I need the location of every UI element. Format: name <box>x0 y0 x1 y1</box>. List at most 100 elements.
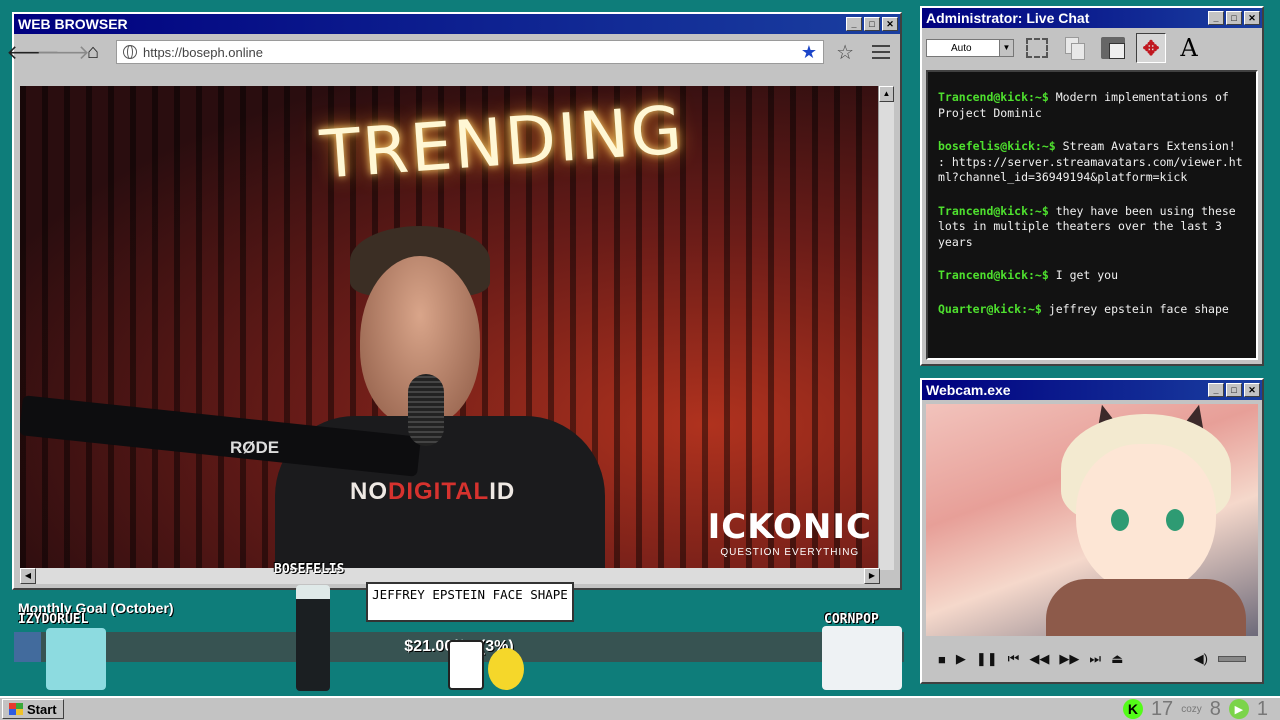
video-viewport[interactable]: TRENDING NODIGITALID RØDE ICKONIC QUESTI… <box>20 86 880 570</box>
paste-icon <box>1101 37 1125 59</box>
play-count: 1 <box>1256 697 1268 720</box>
move-icon: ✥ <box>1142 37 1160 60</box>
avatar-name-izydoruel: IZYDORUEL <box>18 612 89 627</box>
chat-message: Trancend@kick:~$ I get you <box>938 268 1246 284</box>
volume-slider[interactable] <box>1218 656 1246 662</box>
maximize-button[interactable]: □ <box>864 17 880 31</box>
avatar-sprite-bosefelis <box>296 585 330 691</box>
taskbar: Start K 17 cozy 8 ▶ 1 <box>0 696 1280 720</box>
chat-message: Quarter@kick:~$ jeffrey epstein face sha… <box>938 302 1246 318</box>
chat-title: Administrator: Live Chat <box>926 10 1090 26</box>
move-tool[interactable]: ✥ <box>1136 33 1166 63</box>
avatar-eye-right <box>1166 509 1184 531</box>
scroll-left-arrow-icon[interactable]: ◀ <box>20 568 36 584</box>
chat-log[interactable]: Trancend@kick:~$ Modern implementations … <box>926 70 1258 360</box>
skip-forward-icon[interactable]: ⏭ <box>1089 651 1101 667</box>
address-bar[interactable]: https://boseph.online ★ <box>116 40 825 64</box>
select-icon <box>1026 38 1048 58</box>
avatar-sprite-cornpop <box>822 626 902 690</box>
cozy-label: cozy <box>1181 703 1202 715</box>
channel-watermark: ICKONIC QUESTION EVERYTHING <box>708 507 872 558</box>
start-button[interactable]: Start <box>2 699 64 719</box>
webcam-close-button[interactable]: ✕ <box>1244 383 1260 397</box>
copy-tool[interactable] <box>1060 33 1090 63</box>
chat-minimize-button[interactable]: _ <box>1208 11 1224 25</box>
size-dropdown[interactable]: Auto ▼ <box>926 39 1014 57</box>
webcam-maximize-button[interactable]: □ <box>1226 383 1242 397</box>
font-icon: A <box>1180 34 1198 62</box>
webcam-title: Webcam.exe <box>926 382 1011 398</box>
volume-icon[interactable]: ◀) <box>1194 651 1208 667</box>
cozy-count: 8 <box>1209 697 1221 720</box>
browser-title: WEB BROWSER <box>18 16 128 32</box>
scroll-right-arrow-icon[interactable]: ▶ <box>864 568 880 584</box>
avatar-sprite-izydoruel <box>46 628 106 690</box>
play-circle-icon[interactable]: ▶ <box>1228 699 1249 719</box>
avatar-name-bosefelis: BOSEFELIS <box>274 562 345 577</box>
shirt-text-id: ID <box>489 478 516 505</box>
microphone <box>408 374 444 446</box>
mic-arm <box>20 395 421 477</box>
home-icon[interactable]: ⌂ <box>80 39 106 65</box>
webcam-titlebar[interactable]: Webcam.exe _ □ ✕ <box>922 380 1262 400</box>
watermark-tagline: QUESTION EVERYTHING <box>720 547 860 558</box>
chat-titlebar[interactable]: Administrator: Live Chat _ □ ✕ <box>922 8 1262 28</box>
favorites-star-icon[interactable]: ☆ <box>836 40 854 65</box>
neon-sign: TRENDING <box>317 91 687 194</box>
copy-icon <box>1065 37 1085 60</box>
kick-icon[interactable]: K <box>1122 699 1143 719</box>
system-tray: K 17 cozy 8 ▶ 1 <box>1122 697 1280 720</box>
chevron-down-icon[interactable]: ▼ <box>999 40 1013 56</box>
chat-close-button[interactable]: ✕ <box>1244 11 1260 25</box>
skip-back-icon[interactable]: ⏮ <box>1008 651 1020 667</box>
chat-text: jeffrey epstein face shape <box>1048 301 1229 316</box>
shirt-text-no: NO <box>350 478 388 505</box>
close-button[interactable]: ✕ <box>882 17 898 31</box>
chat-username: Quarter@kick:~$ <box>938 301 1042 316</box>
avatar-name-cornpop: CORNPOP <box>824 612 879 627</box>
browser-titlebar[interactable]: WEB BROWSER _ □ ✕ <box>14 14 900 34</box>
play-icon[interactable]: ▶ <box>956 651 966 667</box>
chat-username: bosefelis@kick:~$ <box>938 139 1056 153</box>
font-tool[interactable]: A <box>1174 33 1204 63</box>
chat-text: I get you <box>1055 268 1119 282</box>
bookmark-filled-star-icon[interactable]: ★ <box>801 42 817 63</box>
select-tool[interactable] <box>1022 33 1052 63</box>
shirt-text-digital: DIGITAL <box>388 478 490 505</box>
chat-message: bosefelis@kick:~$ Stream Avatars Extensi… <box>938 139 1246 186</box>
chat-username: Trancend@kick:~$ <box>938 90 1049 104</box>
vertical-scrollbar[interactable]: ▲ <box>878 86 894 570</box>
avatar-body <box>1046 579 1246 636</box>
stop-icon[interactable]: ■ <box>938 652 946 667</box>
scroll-up-arrow-icon[interactable]: ▲ <box>879 86 894 102</box>
avatar-sprite-pikachu <box>488 648 524 690</box>
webcam-feed <box>926 404 1258 636</box>
chat-username: Trancend@kick:~$ <box>938 268 1049 282</box>
fast-forward-icon[interactable]: ▶▶ <box>1059 651 1079 667</box>
webcam-minimize-button[interactable]: _ <box>1208 383 1224 397</box>
dropdown-value: Auto <box>951 42 972 54</box>
browser-navbar: 🡐 🡒 ⌂ https://boseph.online ★ ☆ <box>6 34 900 70</box>
avatar-sprite-skeleton <box>448 640 484 690</box>
chat-username: Trancend@kick:~$ <box>938 203 1049 218</box>
chat-maximize-button[interactable]: □ <box>1226 11 1242 25</box>
chat-toolbar: Auto ▼ ✥ A <box>922 28 1262 68</box>
eject-icon[interactable]: ⏏ <box>1111 651 1123 667</box>
forward-arrow-icon[interactable]: 🡒 <box>36 39 90 65</box>
shirt-print: NODIGITALID <box>350 478 515 506</box>
menu-icon[interactable] <box>872 45 890 59</box>
browser-window: WEB BROWSER _ □ ✕ 🡐 🡒 ⌂ https://boseph.o… <box>6 12 902 590</box>
pause-icon[interactable]: ❚❚ <box>976 651 998 667</box>
webcam-window: Webcam.exe _ □ ✕ ■ ▶ ❚❚ ⏮ ◀◀ ▶▶ ⏭ ⏏ ◀) <box>920 378 1264 684</box>
paste-tool[interactable] <box>1098 33 1128 63</box>
url-text[interactable]: https://boseph.online <box>143 45 795 60</box>
chat-message: Trancend@kick:~$ they have been using th… <box>938 204 1246 251</box>
media-controls: ■ ▶ ❚❚ ⏮ ◀◀ ▶▶ ⏭ ⏏ ◀) <box>926 644 1258 674</box>
viewer-count: 17 <box>1150 697 1174 720</box>
minimize-button[interactable]: _ <box>846 17 862 31</box>
speech-bubble: JEFFREY EPSTEIN FACE SHAPE <box>366 582 574 622</box>
windows-logo-icon <box>9 703 23 715</box>
watermark-logo: ICKONIC <box>707 507 872 547</box>
rewind-icon[interactable]: ◀◀ <box>1029 651 1049 667</box>
chat-message: Trancend@kick:~$ Modern implementations … <box>938 90 1246 121</box>
